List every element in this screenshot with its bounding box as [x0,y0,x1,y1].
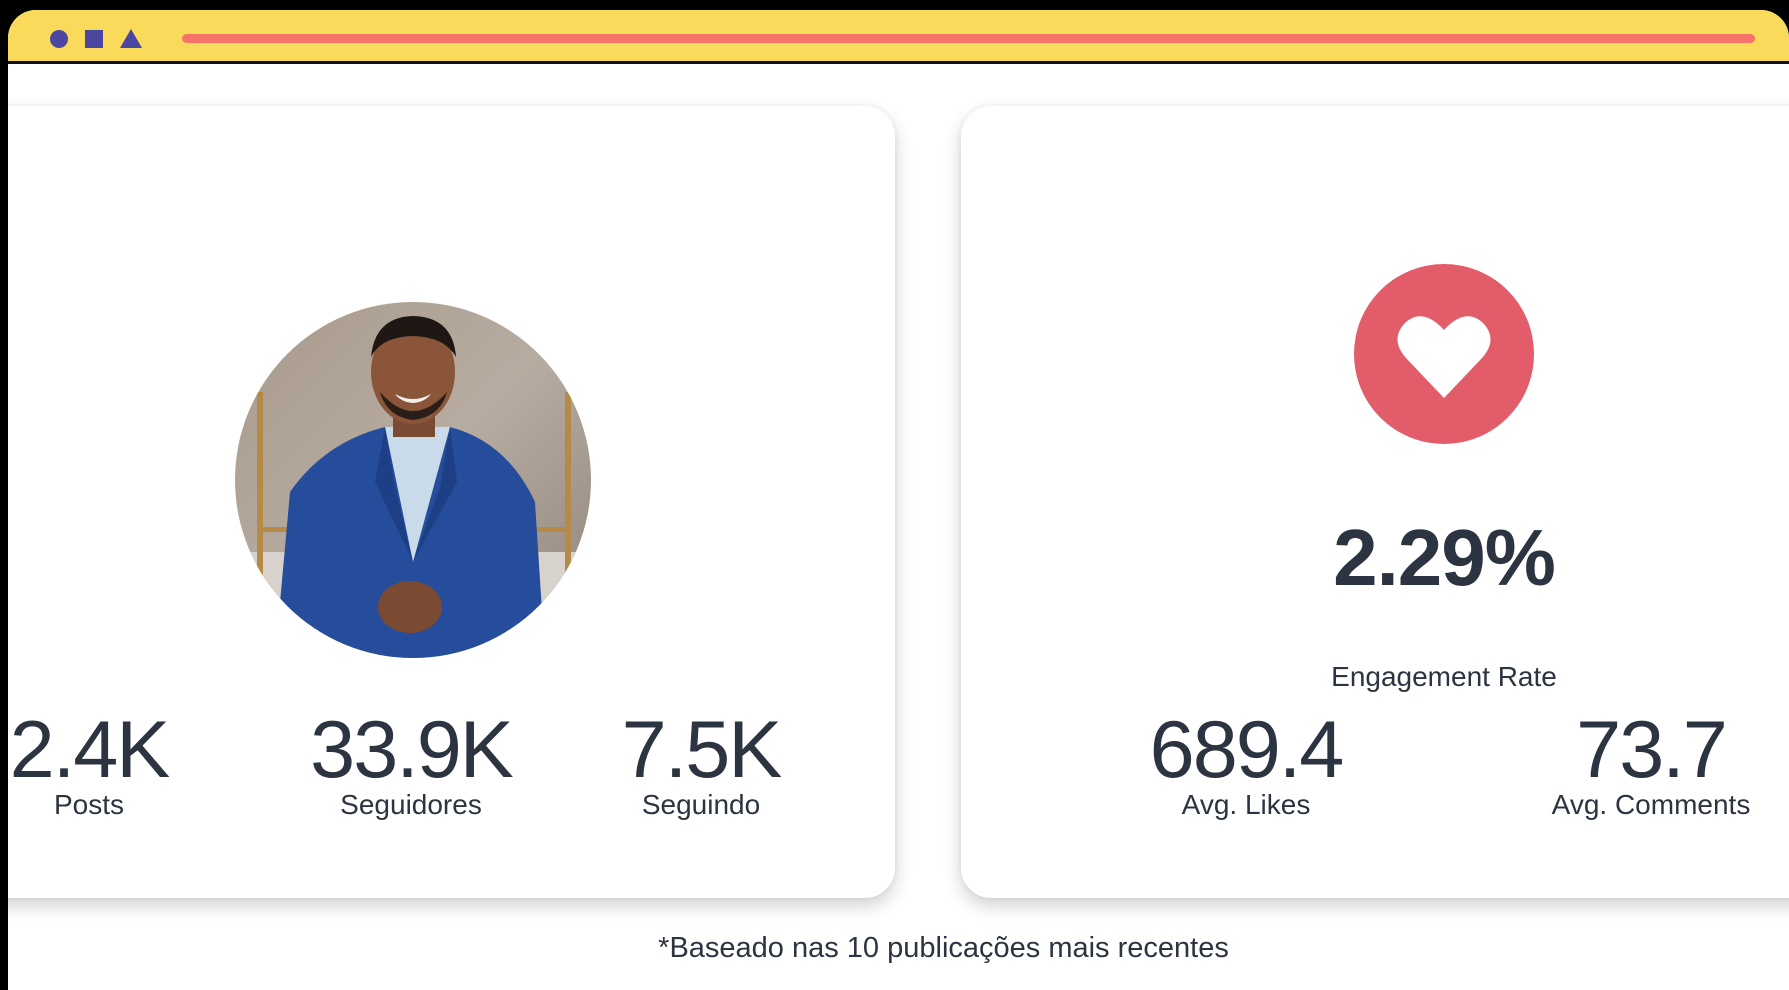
circle-icon[interactable] [50,30,68,48]
engagement-rate-value: 2.29% [1333,513,1556,602]
stat-avg-likes: 689.4 Avg. Likes [1111,708,1381,820]
following-value: 7.5K [621,705,783,795]
posts-value: 2.4K [9,705,171,795]
page-content: 2.4K Posts 33.9K Seguidores 7.5K Seguind… [8,67,1789,990]
stat-avg-comments: 73.7 Avg. Comments [1531,708,1771,820]
stat-followers: 33.9K Seguidores [301,708,521,820]
heart-icon [1397,316,1491,398]
stat-following: 7.5K Seguindo [601,708,801,820]
address-bar[interactable] [182,34,1755,43]
avatar-photo [235,302,591,658]
browser-window: 2.4K Posts 33.9K Seguidores 7.5K Seguind… [8,10,1789,990]
avg-comments-value: 73.7 [1576,705,1728,795]
avatar [235,302,591,658]
avg-comments-label: Avg. Comments [1551,789,1751,820]
window-titlebar [8,10,1789,64]
profile-card: 2.4K Posts 33.9K Seguidores 7.5K Seguind… [8,106,895,898]
footnote: *Baseado nas 10 publicações mais recente… [658,932,1229,964]
triangle-icon[interactable] [120,29,142,48]
heart-badge [1354,264,1534,444]
followers-value: 33.9K [310,705,514,795]
engagement-rate-label: Engagement Rate [1331,661,1557,692]
avg-likes-value: 689.4 [1149,705,1345,795]
stat-posts: 2.4K Posts [8,708,174,820]
engagement-card: 2.29% Engagement Rate 689.4 Avg. Likes 7… [961,106,1789,898]
square-icon[interactable] [85,30,103,48]
